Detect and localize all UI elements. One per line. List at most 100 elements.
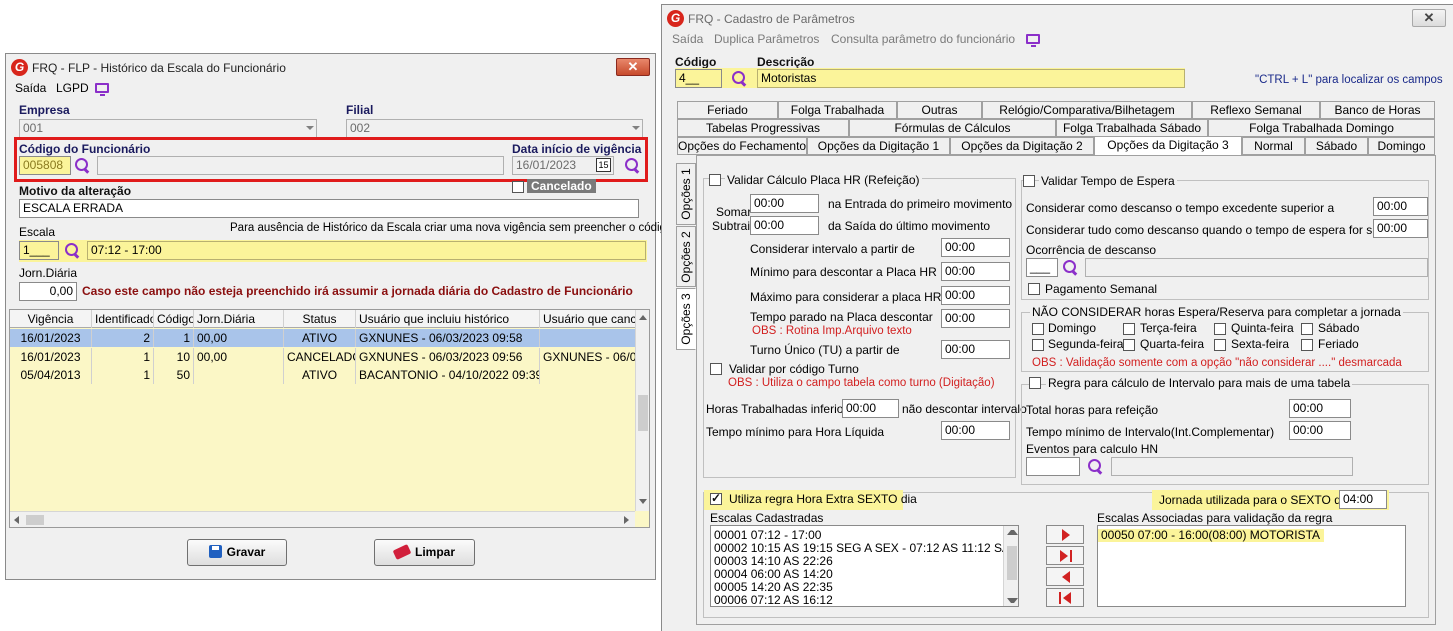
close-button[interactable]: ✕ bbox=[616, 58, 650, 76]
monitor-icon[interactable] bbox=[1026, 34, 1040, 47]
tab-relogio[interactable]: Relógio/Comparativa/Bilhetagem bbox=[982, 101, 1192, 119]
tab-opcoes-digitacao-2[interactable]: Opções da Digitação 2 bbox=[950, 137, 1094, 155]
menu-duplica[interactable]: Duplica Parâmetros bbox=[714, 32, 819, 46]
col-identificador[interactable]: Identificador bbox=[92, 310, 154, 328]
intervalo-input[interactable]: 00:00 bbox=[941, 238, 1010, 257]
validar-turno-checkbox[interactable] bbox=[710, 363, 722, 375]
search-icon[interactable] bbox=[1086, 458, 1104, 476]
eventos-hn-desc-input[interactable] bbox=[1111, 457, 1353, 476]
gravar-button[interactable]: Gravar bbox=[187, 539, 287, 566]
tab-folga-sabado[interactable]: Folga Trabalhada Sábado bbox=[1056, 119, 1208, 137]
tab-feriado[interactable]: Feriado bbox=[677, 101, 778, 119]
empresa-select[interactable]: 001 bbox=[19, 119, 317, 138]
list-item[interactable]: 00050 07:00 - 16:00(08:00) MOTORISTA bbox=[1098, 529, 1325, 542]
data-inicio-input[interactable]: 16/01/2023 15 bbox=[512, 156, 614, 175]
tab-reflexo-semanal[interactable]: Reflexo Semanal bbox=[1192, 101, 1320, 119]
col-usuario-cancelou[interactable]: Usuário que cancelo bbox=[540, 310, 642, 328]
escalas-cadastradas-list[interactable]: 00001 07:12 - 17:00 00002 10:15 AS 19:15… bbox=[710, 525, 1019, 607]
menu-saida[interactable]: Saída bbox=[15, 81, 46, 95]
codigo-funcionario-input[interactable]: 005808 bbox=[19, 156, 71, 175]
tab-folga-domingo[interactable]: Folga Trabalhada Domingo bbox=[1208, 119, 1435, 137]
table-row[interactable]: 16/01/2023 1 10 00,00 CANCELADO GXNUNES … bbox=[10, 348, 642, 366]
jornada-sexto-input[interactable]: 04:00 bbox=[1339, 490, 1387, 509]
tab-formulas[interactable]: Fórmulas de Cálculos bbox=[849, 119, 1056, 137]
historico-grid[interactable]: Vigência Identificador Código Jorn.Diári… bbox=[9, 309, 650, 528]
vtab-opcoes-2[interactable]: Opções 2 bbox=[676, 226, 696, 287]
col-usuario-incluiu[interactable]: Usuário que incluiu histórico bbox=[356, 310, 540, 328]
minimo-input[interactable]: 00:00 bbox=[941, 262, 1010, 281]
dia-segunda-checkbox[interactable] bbox=[1032, 339, 1044, 351]
menu-lgpd[interactable]: LGPD bbox=[56, 81, 89, 95]
vtab-opcoes-3[interactable]: Opções 3 bbox=[676, 288, 696, 350]
dia-terca-checkbox[interactable] bbox=[1123, 323, 1135, 335]
escalas-associadas-list[interactable]: 00050 07:00 - 16:00(08:00) MOTORISTA bbox=[1097, 525, 1406, 607]
table-row[interactable]: 16/01/2023 2 1 00,00 ATIVO GXNUNES - 06/… bbox=[10, 329, 642, 347]
search-icon[interactable] bbox=[63, 242, 81, 260]
funcionario-nome-input[interactable] bbox=[97, 156, 504, 175]
pagamento-checkbox[interactable] bbox=[1028, 283, 1040, 295]
tab-opcoes-digitacao-3[interactable]: Opções da Digitação 3 bbox=[1094, 136, 1242, 156]
escala-code-input[interactable]: 1___ bbox=[19, 241, 59, 260]
regra-intervalo-checkbox[interactable] bbox=[1029, 377, 1041, 389]
turno-input[interactable]: 00:00 bbox=[941, 340, 1010, 359]
dia-feriado-checkbox[interactable] bbox=[1301, 339, 1313, 351]
maximo-input[interactable]: 00:00 bbox=[941, 286, 1010, 305]
list-scrollbar[interactable] bbox=[1003, 526, 1018, 606]
todo-input[interactable]: 00:00 bbox=[1373, 219, 1428, 238]
escala-desc-input[interactable]: 07:12 - 17:00 bbox=[87, 241, 646, 260]
tab-opcoes-digitacao-1[interactable]: Opções da Digitação 1 bbox=[807, 137, 950, 155]
dia-domingo-checkbox[interactable] bbox=[1032, 323, 1044, 335]
move-right-button[interactable] bbox=[1046, 525, 1084, 544]
search-icon[interactable] bbox=[1061, 259, 1079, 277]
ocorrencia-input[interactable]: ___ bbox=[1026, 258, 1058, 277]
search-icon[interactable] bbox=[730, 70, 748, 88]
tab-sabado[interactable]: Sábado bbox=[1305, 137, 1368, 155]
tempo-parado-input[interactable]: 00:00 bbox=[941, 309, 1010, 328]
vtab-opcoes-1[interactable]: Opções 1 bbox=[676, 163, 696, 225]
move-all-right-button[interactable] bbox=[1046, 546, 1084, 565]
col-status[interactable]: Status bbox=[284, 310, 356, 328]
dia-quinta-checkbox[interactable] bbox=[1214, 323, 1226, 335]
tempo-min-input[interactable]: 00:00 bbox=[941, 421, 1010, 440]
ocorrencia-desc-input[interactable] bbox=[1085, 258, 1428, 277]
tab-normal[interactable]: Normal bbox=[1242, 137, 1305, 155]
motivo-input[interactable]: ESCALA ERRADA bbox=[19, 199, 639, 218]
monitor-icon[interactable] bbox=[95, 83, 109, 96]
table-row[interactable]: 05/04/2013 1 50 ATIVO BACANTONIO - 04/10… bbox=[10, 366, 642, 384]
validar-placa-checkbox[interactable] bbox=[709, 174, 721, 186]
codigo-input[interactable]: 4__ bbox=[675, 69, 722, 88]
calendar-icon[interactable]: 15 bbox=[596, 158, 611, 172]
eventos-hn-input[interactable] bbox=[1026, 457, 1080, 476]
filial-select[interactable]: 002 bbox=[346, 119, 643, 138]
close-button[interactable]: ✕ bbox=[1412, 9, 1446, 27]
tab-folga-trabalhada[interactable]: Folga Trabalhada bbox=[778, 101, 897, 119]
grid-horizontal-scrollbar[interactable] bbox=[10, 511, 635, 527]
dia-sabado-checkbox[interactable] bbox=[1301, 323, 1313, 335]
search-icon[interactable] bbox=[623, 157, 641, 175]
dia-quarta-checkbox[interactable] bbox=[1123, 339, 1135, 351]
intervalo-min-input[interactable]: 00:00 bbox=[1289, 421, 1351, 440]
limpar-button[interactable]: Limpar bbox=[374, 539, 475, 566]
subtrair-input[interactable]: 00:00 bbox=[750, 216, 819, 235]
horas-inf-input[interactable]: 00:00 bbox=[842, 399, 899, 418]
col-vigencia[interactable]: Vigência bbox=[10, 310, 92, 328]
list-item[interactable]: 00006 07:12 AS 16:12 bbox=[711, 594, 1018, 607]
col-jornada[interactable]: Jorn.Diária bbox=[194, 310, 284, 328]
sexto-dia-checkbox[interactable] bbox=[710, 491, 722, 505]
tab-opcoes-fechamento[interactable]: Opções do Fechamento bbox=[677, 137, 807, 155]
menu-saida[interactable]: Saída bbox=[672, 32, 703, 46]
move-left-button[interactable] bbox=[1046, 567, 1084, 586]
tab-tabelas-progressivas[interactable]: Tabelas Progressivas bbox=[677, 119, 849, 137]
dia-sexta-checkbox[interactable] bbox=[1214, 339, 1226, 351]
jornada-input[interactable]: 0,00 bbox=[19, 282, 77, 301]
somar-input[interactable]: 00:00 bbox=[750, 194, 819, 213]
descricao-input[interactable]: Motoristas bbox=[757, 69, 1185, 88]
move-all-left-button[interactable] bbox=[1046, 588, 1084, 607]
cancelado-checkbox[interactable] bbox=[512, 181, 524, 193]
total-refeicao-input[interactable]: 00:00 bbox=[1289, 399, 1351, 418]
exced-input[interactable]: 00:00 bbox=[1373, 197, 1428, 216]
search-icon[interactable] bbox=[73, 157, 91, 175]
validar-espera-checkbox[interactable] bbox=[1023, 175, 1035, 187]
tab-banco-horas[interactable]: Banco de Horas bbox=[1320, 101, 1435, 119]
tab-outras[interactable]: Outras bbox=[897, 101, 982, 119]
